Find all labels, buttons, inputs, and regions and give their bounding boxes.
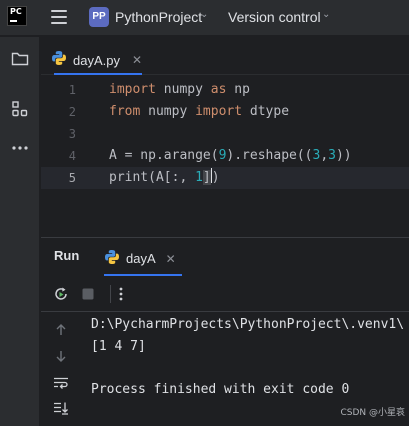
code-line[interactable]: 4 A = np.arange(9).reshape((3,3)) bbox=[41, 145, 409, 167]
editor-tab-bar: dayA.py ✕ bbox=[41, 37, 409, 75]
python-file-icon bbox=[104, 249, 120, 269]
close-icon[interactable]: ✕ bbox=[132, 53, 142, 67]
hamburger-menu-icon[interactable] bbox=[51, 10, 67, 24]
tab-daya-py[interactable]: dayA.py ✕ bbox=[51, 45, 143, 75]
run-tab-daya[interactable]: dayA ✕ bbox=[104, 241, 182, 276]
scroll-down-icon[interactable] bbox=[52, 347, 70, 365]
watermark: CSDN @小星哀 bbox=[340, 408, 405, 418]
console-side-toolbar bbox=[41, 313, 81, 426]
console-line: D:\PycharmProjects\PythonProject\.venv1\ bbox=[91, 317, 405, 332]
line-number: 1 bbox=[68, 83, 76, 97]
code-text: from numpy import dtype bbox=[109, 104, 290, 119]
options-icon[interactable] bbox=[112, 285, 130, 303]
code-line[interactable]: 1 import numpy as np bbox=[41, 79, 409, 101]
title-bar: PC PP PythonProject ⌄ Version control ⌄ bbox=[0, 0, 409, 36]
code-line[interactable]: 2 from numpy import dtype bbox=[41, 101, 409, 123]
stop-icon[interactable] bbox=[79, 285, 97, 303]
line-number: 4 bbox=[68, 149, 76, 163]
line-number: 3 bbox=[68, 127, 76, 141]
line-number: 5 bbox=[68, 171, 76, 185]
code-text: print(A[:, 1]) bbox=[109, 168, 220, 185]
run-tab-label: dayA bbox=[126, 251, 156, 266]
code-editor[interactable]: 1 import numpy as np 2 from numpy import… bbox=[41, 76, 409, 236]
soft-wrap-icon[interactable] bbox=[52, 374, 70, 392]
project-name[interactable]: PythonProject bbox=[115, 9, 202, 25]
code-text: import numpy as np bbox=[109, 82, 250, 97]
code-line-current[interactable]: 5 print(A[:, 1]) bbox=[41, 167, 409, 189]
more-icon[interactable] bbox=[8, 136, 32, 160]
structure-icon[interactable] bbox=[8, 97, 32, 121]
project-badge[interactable]: PP bbox=[89, 7, 109, 27]
run-panel-header: Run dayA ✕ bbox=[41, 237, 409, 276]
code-text: A = np.arange(9).reshape((3,3)) bbox=[109, 148, 352, 163]
tab-label: dayA.py bbox=[73, 52, 120, 68]
tab-active-indicator bbox=[54, 73, 143, 75]
python-file-icon bbox=[51, 50, 67, 70]
code-line[interactable]: 3 bbox=[41, 123, 409, 145]
chevron-down-icon[interactable]: ⌄ bbox=[322, 9, 330, 20]
folder-icon[interactable] bbox=[8, 47, 32, 71]
chevron-down-icon[interactable]: ⌄ bbox=[200, 9, 208, 20]
version-control-menu[interactable]: Version control bbox=[228, 9, 321, 25]
line-number: 2 bbox=[68, 105, 76, 119]
run-toolbar bbox=[41, 276, 409, 312]
scroll-up-icon[interactable] bbox=[52, 321, 70, 339]
close-icon[interactable]: ✕ bbox=[166, 252, 176, 266]
toolbar-divider bbox=[110, 285, 111, 303]
rerun-icon[interactable] bbox=[52, 285, 70, 303]
tool-window-strip bbox=[0, 37, 40, 426]
pycharm-logo-icon[interactable]: PC bbox=[7, 6, 27, 26]
run-panel-title: Run bbox=[54, 248, 80, 263]
console-line: Process finished with exit code 0 bbox=[91, 382, 350, 397]
scroll-to-end-icon[interactable] bbox=[52, 399, 70, 417]
console-line: [1 4 7] bbox=[91, 339, 146, 354]
